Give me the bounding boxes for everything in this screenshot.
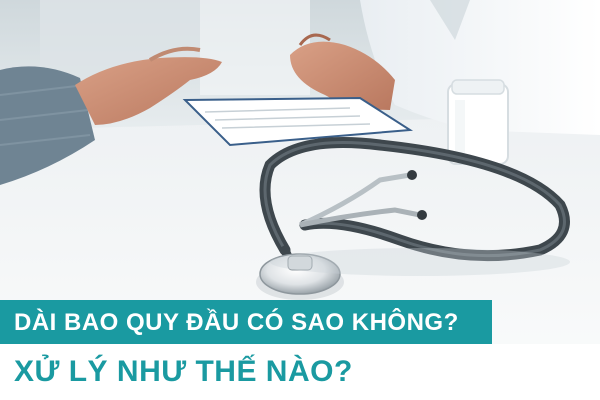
- pill-bottle-icon: [447, 79, 509, 165]
- subheadline-text: XỬ LÝ NHƯ THẾ NÀO?: [14, 355, 353, 388]
- headline-text: DÀI BAO QUY ĐẦU CÓ SAO KHÔNG?: [14, 309, 459, 336]
